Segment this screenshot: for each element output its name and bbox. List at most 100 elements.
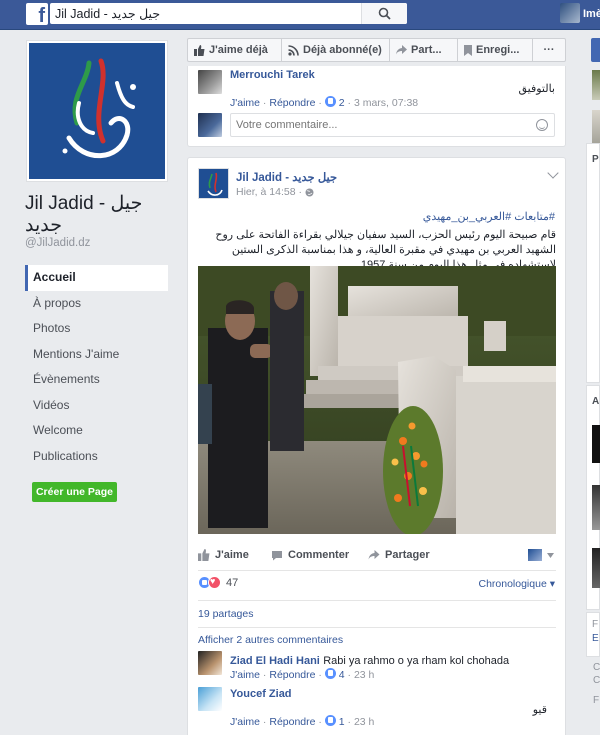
comment-input[interactable] <box>231 114 511 136</box>
commenter-avatar[interactable] <box>198 70 222 94</box>
right-card-link[interactable]: E <box>592 633 599 644</box>
share-page-label: Part... <box>411 44 442 56</box>
share-arrow-icon <box>396 45 407 55</box>
commenter-name[interactable]: Ziad El Hadi Hani <box>230 655 320 667</box>
commenter-name[interactable]: Merrouchi Tarek <box>230 69 315 81</box>
post-as-selector[interactable] <box>528 549 554 561</box>
post-comment-button[interactable]: Commenter <box>271 549 349 561</box>
commenter-avatar[interactable] <box>198 687 222 711</box>
previous-post-comments: Merrouchi Tarek بالتوفيق J'aime · Répond… <box>187 66 566 147</box>
comment-meta: J'aime · Répondre · 4 · 23 h <box>230 668 375 681</box>
more-options-button[interactable]: ··· <box>533 39 565 61</box>
shares-count-link[interactable]: 19 partages <box>198 608 253 620</box>
comment-text: قيو <box>532 704 547 716</box>
globe-icon <box>305 188 314 196</box>
comment-like-link[interactable]: J'aime <box>230 669 260 681</box>
commenter-avatar[interactable] <box>198 651 222 675</box>
search-input[interactable] <box>50 3 370 24</box>
like-count-icon <box>324 96 336 107</box>
thumbs-up-icon <box>194 44 205 56</box>
right-thumbnail[interactable] <box>592 485 600 530</box>
post-photo[interactable] <box>198 266 556 534</box>
nav-item-evenements[interactable]: Évènements <box>25 367 168 393</box>
comment-like-link[interactable]: J'aime <box>230 716 260 728</box>
reactions-summary[interactable]: 47 <box>198 576 238 589</box>
nav-item-photos[interactable]: Photos <box>25 316 168 342</box>
comment-time[interactable]: 23 h <box>354 669 374 681</box>
love-reaction-icon <box>208 576 221 589</box>
comment-meta: J'aime · Répondre · 1 · 23 h <box>230 715 375 728</box>
post-card: Jil Jadid - جيل جديد Hier, à 14:58 · #مت… <box>187 157 566 735</box>
nav-item-welcome[interactable]: Welcome <box>25 418 168 444</box>
subscribed-button[interactable]: Déjà abonné(e) <box>282 39 390 61</box>
search-button[interactable] <box>361 3 407 24</box>
comment-input-box <box>230 113 555 137</box>
right-column-button[interactable] <box>591 38 600 62</box>
caret-down-icon: ▾ <box>549 578 555 590</box>
comment-time[interactable]: 3 mars, 07:38 <box>354 97 418 109</box>
post-options-chevron-icon[interactable] <box>547 167 559 179</box>
like-count-icon <box>324 668 336 679</box>
nav-item-mentions-jaime[interactable]: Mentions J'aime <box>25 342 168 368</box>
comment-like-count[interactable]: 1 <box>339 716 345 728</box>
save-page-label: Enregi... <box>476 44 520 56</box>
page-nav: Accueil À propos Photos Mentions J'aime … <box>25 265 168 469</box>
nav-item-a-propos[interactable]: À propos <box>25 291 168 317</box>
post-action-row: J'aime Commenter Partager <box>198 545 556 567</box>
nav-item-publications[interactable]: Publications <box>25 444 168 470</box>
post-share-button[interactable]: Partager <box>368 549 430 561</box>
save-page-button[interactable]: Enregi... <box>458 39 533 61</box>
subscribed-label: Déjà abonné(e) <box>303 44 382 56</box>
caret-down-icon <box>547 552 554 558</box>
create-page-button[interactable]: Créer une Page <box>32 482 117 502</box>
post-timestamp: Hier, à 14:58 · <box>236 186 314 198</box>
facebook-logo-icon[interactable]: f <box>26 3 48 25</box>
comment-like-link[interactable]: J'aime <box>230 97 260 109</box>
post-author-name[interactable]: Jil Jadid - جيل جديد <box>236 170 337 184</box>
post-like-label: J'aime <box>215 549 249 561</box>
right-card: F E <box>586 612 600 657</box>
thumbs-up-icon <box>198 549 210 561</box>
right-thumbnail[interactable] <box>592 70 600 100</box>
search-bar <box>50 3 407 24</box>
share-page-button[interactable]: Part... <box>390 39 458 61</box>
comment-reply-link[interactable]: Répondre <box>269 716 315 728</box>
right-thumbnail[interactable] <box>592 548 600 588</box>
comment-reply-link[interactable]: Répondre <box>269 97 315 109</box>
post-time[interactable]: Hier, à 14:58 <box>236 186 296 198</box>
show-more-comments-link[interactable]: Afficher 2 autres commentaires <box>198 634 343 646</box>
comment-sort-dropdown[interactable]: Chronologique ▾ <box>478 578 555 590</box>
right-thumbnail[interactable] <box>592 425 600 463</box>
post-hashtags[interactable]: #متابعات #العربي_بن_مهيدي <box>423 210 555 223</box>
page-title[interactable]: Jil Jadid - جيل جديد <box>25 193 175 237</box>
right-footer-text: C <box>593 675 600 686</box>
page-handle: @JilJadid.dz <box>25 237 91 249</box>
user-avatar[interactable] <box>560 3 580 23</box>
post-author-avatar[interactable] <box>198 168 229 199</box>
page-profile-picture[interactable] <box>26 40 168 182</box>
post-comment-label: Commenter <box>288 549 350 561</box>
post-like-button[interactable]: J'aime <box>198 549 249 561</box>
emoji-icon[interactable] <box>536 119 548 131</box>
reaction-count[interactable]: 47 <box>226 577 238 589</box>
right-card-heading: A <box>592 396 600 407</box>
comment-time[interactable]: 23 h <box>354 716 374 728</box>
like-count-icon <box>324 715 336 726</box>
comment-reply-link[interactable]: Répondre <box>269 669 315 681</box>
comment-meta: J'aime · Répondre · 2 · 3 mars, 07:38 <box>230 96 419 109</box>
liked-button[interactable]: J'aime déjà <box>188 39 282 61</box>
right-footer-text: F <box>593 695 600 706</box>
comment-like-count[interactable]: 4 <box>339 669 345 681</box>
right-footer-text: C <box>593 662 600 673</box>
top-bar: f Imè <box>0 0 600 30</box>
right-card-text: F <box>592 619 599 630</box>
comment-like-count[interactable]: 2 <box>339 97 345 109</box>
page-avatar-small <box>528 549 542 561</box>
nav-item-videos[interactable]: Vidéos <box>25 393 168 419</box>
page-logo-image <box>29 43 165 179</box>
search-icon <box>378 7 391 20</box>
divider <box>198 627 556 628</box>
user-name-link[interactable]: Imè <box>583 8 600 20</box>
nav-item-accueil[interactable]: Accueil <box>25 265 168 291</box>
commenter-name[interactable]: Youcef Ziad <box>230 688 292 700</box>
